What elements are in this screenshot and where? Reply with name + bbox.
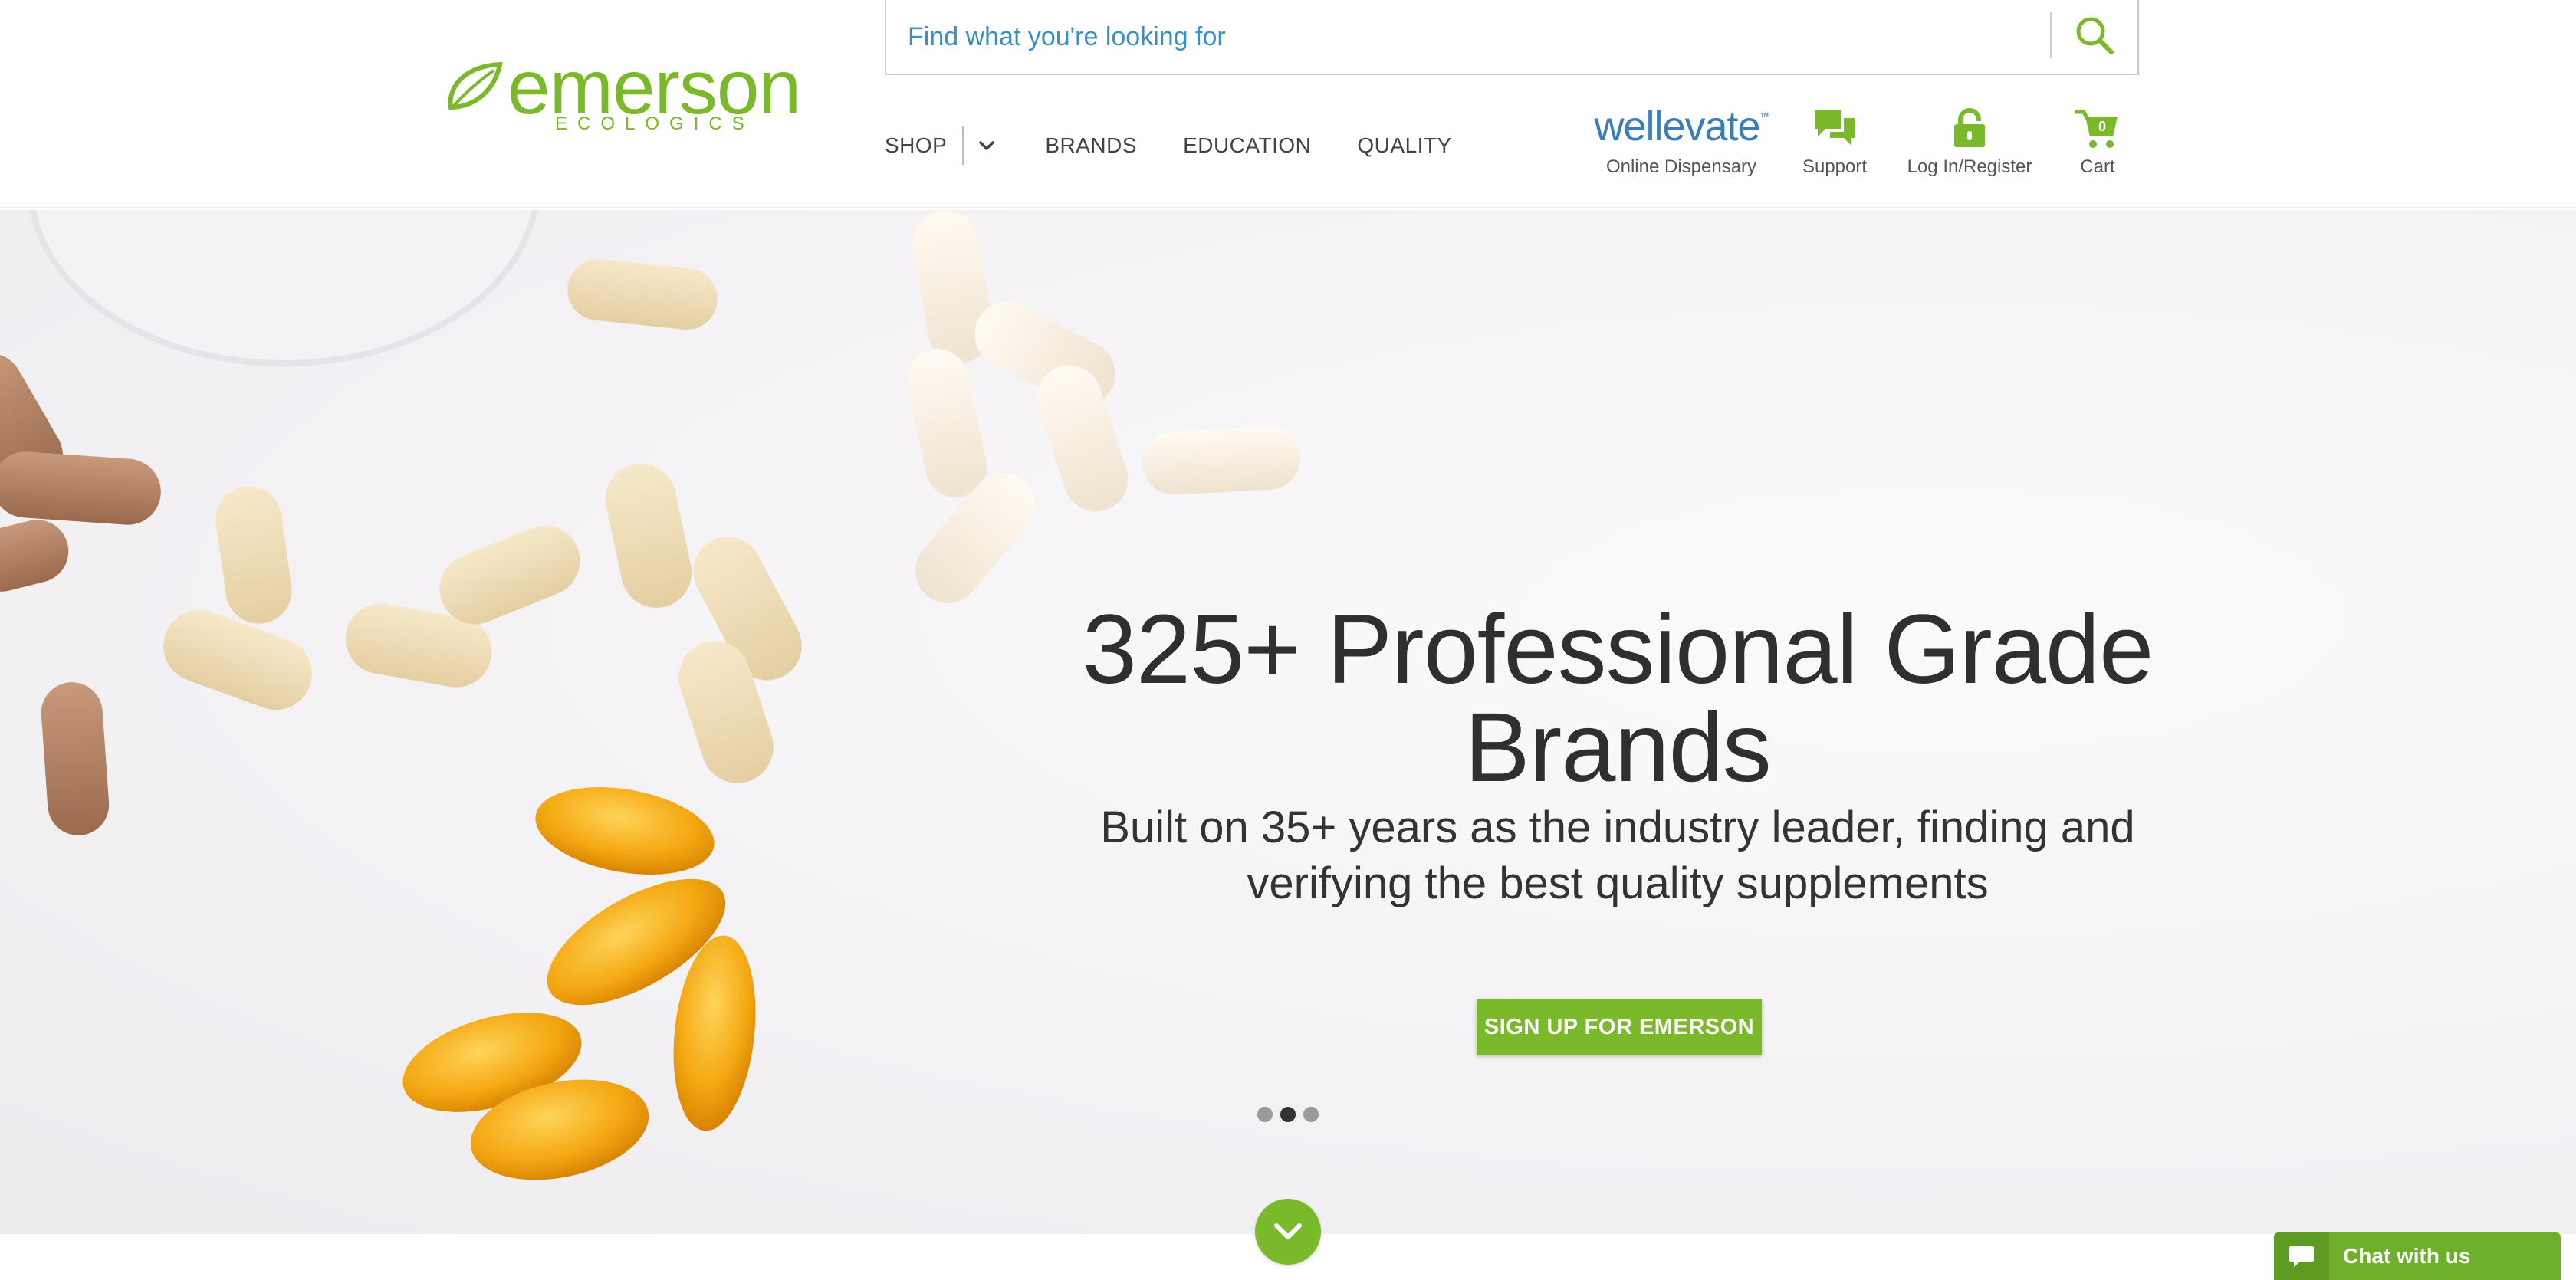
chat-label: Chat with us xyxy=(2343,1244,2471,1268)
chevron-down-icon xyxy=(1274,1223,1302,1239)
nav-shop[interactable]: SHOP xyxy=(885,133,947,158)
hero-subtitle: Built on 35+ years as the industry leade… xyxy=(1100,802,2135,908)
cart-link[interactable]: 0 Cart xyxy=(2067,107,2128,184)
carousel-indicators xyxy=(1257,1107,1319,1122)
wellevate-label: Online Dispensary xyxy=(1605,156,1757,177)
emerson-logo[interactable]: emerson ECOLOGICS xyxy=(445,49,801,143)
nav-brands[interactable]: BRANDS xyxy=(1045,133,1137,158)
scroll-down-button[interactable] xyxy=(1255,1199,1321,1265)
chat-with-us-button[interactable]: Chat with us xyxy=(2274,1232,2561,1280)
support-label: Support xyxy=(1802,156,1868,177)
hero-carousel: 325+ Professional Grade Brands Built on … xyxy=(0,210,2576,1234)
search-icon xyxy=(2076,17,2114,54)
login-register-link[interactable]: Log In/Register xyxy=(1901,107,2038,184)
carousel-dot-active[interactable] xyxy=(1280,1107,1296,1122)
chevron-down-icon xyxy=(979,141,995,150)
hero-title: 325+ Professional Grade Brands xyxy=(1082,595,2154,802)
logo-subtitle: ECOLOGICS xyxy=(555,113,754,134)
lock-icon xyxy=(1952,107,1987,153)
search-input[interactable] xyxy=(908,14,2058,60)
nav-quality[interactable]: QUALITY xyxy=(1357,133,1451,158)
wellevate-link[interactable]: wellevate™ Online Dispensary xyxy=(1590,103,1773,184)
support-link[interactable]: Support xyxy=(1792,107,1877,184)
main-nav: SHOP BRANDS EDUCATION QUALITY xyxy=(885,126,1452,165)
chat-icon xyxy=(2274,1232,2329,1280)
chat-bubbles-icon xyxy=(1813,107,1856,153)
cart-label: Cart xyxy=(2080,156,2115,177)
nav-separator xyxy=(962,126,964,165)
carousel-dot[interactable] xyxy=(1257,1107,1273,1122)
login-register-label: Log In/Register xyxy=(1907,156,2032,177)
site-header: emerson ECOLOGICS SHOP BRANDS EDUCATION … xyxy=(0,0,2576,208)
search-button[interactable] xyxy=(2064,11,2125,60)
search-bar xyxy=(885,0,2139,75)
shop-dropdown-toggle[interactable] xyxy=(978,139,996,152)
cart-icon: 0 xyxy=(2075,107,2121,150)
carousel-dot[interactable] xyxy=(1303,1107,1319,1122)
nav-education[interactable]: EDUCATION xyxy=(1183,133,1311,158)
wellevate-logo: wellevate™ xyxy=(1594,103,1769,149)
leaf-icon xyxy=(448,61,503,110)
sign-up-button[interactable]: SIGN UP FOR EMERSON xyxy=(1477,999,1762,1055)
search-divider xyxy=(2050,12,2052,58)
cart-count-badge: 0 xyxy=(2098,119,2106,134)
